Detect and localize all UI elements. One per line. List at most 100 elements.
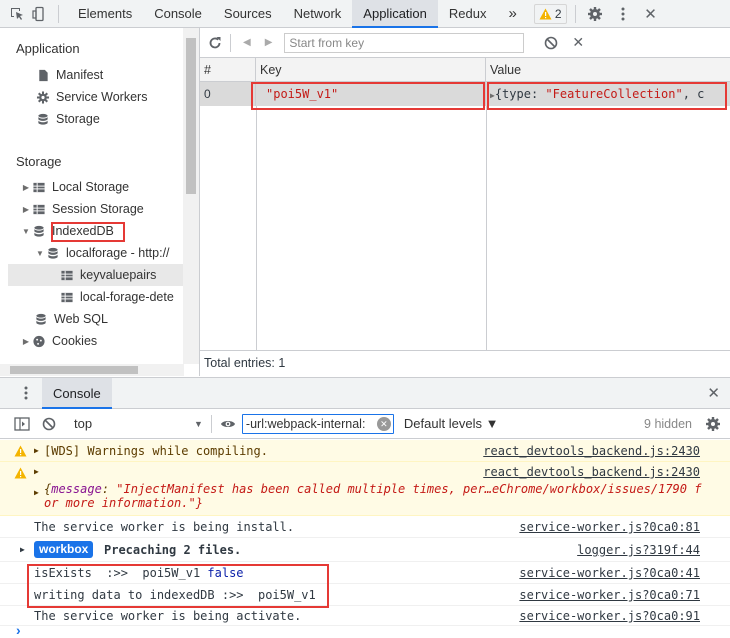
console-source-link[interactable]: react_devtools_backend.js:2430	[483, 440, 700, 462]
column-divider	[256, 106, 257, 351]
console-message-text: The service worker is being install.	[34, 520, 295, 534]
refresh-icon[interactable]	[208, 36, 222, 50]
tab-redux[interactable]: Redux	[438, 0, 498, 28]
log-levels-dropdown[interactable]: Default levels ▼	[404, 416, 499, 431]
console-prompt[interactable]: ›	[0, 622, 730, 638]
clear-filter-icon[interactable]: ✕	[376, 416, 391, 431]
clear-console-icon[interactable]	[42, 417, 56, 431]
gear-icon	[36, 90, 50, 104]
console-message-log: The service worker is being install. ser…	[0, 516, 730, 538]
cookie-icon	[33, 335, 45, 347]
settings-gear-icon[interactable]	[584, 3, 606, 25]
delete-selected-icon[interactable]: ✕	[572, 34, 584, 51]
collapse-triangle-icon[interactable]: ▼	[34, 249, 46, 258]
console-source-link[interactable]: service-worker.js?0ca0:71	[519, 584, 700, 606]
sidebar-item-service-workers[interactable]: Service Workers	[36, 86, 147, 108]
tab-sources[interactable]: Sources	[213, 0, 283, 28]
column-divider	[486, 106, 487, 351]
next-page-icon[interactable]: ▶	[265, 37, 273, 48]
grid-icon	[33, 182, 45, 192]
object-store-toolbar: ◀ ▶ Start from key ✕	[200, 28, 730, 58]
show-sidebar-icon[interactable]	[14, 416, 30, 431]
expand-triangle-icon[interactable]: ▶	[20, 538, 25, 562]
warning-icon	[14, 445, 27, 457]
database-icon	[38, 113, 48, 125]
highlight-box	[487, 82, 727, 110]
chevron-down-icon[interactable]: ▼	[194, 419, 203, 429]
console-settings-gear-icon[interactable]	[705, 416, 721, 432]
console-message-warning: ▶ [WDS] Warnings while compiling. react_…	[0, 440, 730, 462]
sidebar-item-web-sql[interactable]: Web SQL	[34, 308, 108, 330]
close-drawer-icon[interactable]: ✕	[707, 384, 720, 402]
tab-network[interactable]: Network	[283, 0, 353, 28]
column-header-value[interactable]: Value	[486, 58, 730, 82]
tab-console[interactable]: Console	[143, 0, 213, 28]
console-source-link[interactable]: logger.js?319f:44	[577, 538, 700, 562]
kebab-menu-icon[interactable]	[612, 3, 634, 25]
sidebar-item-local-forage-detect[interactable]: local-forage-dete	[60, 286, 174, 308]
context-selector[interactable]: top	[74, 416, 184, 431]
table-header: # Key Value	[200, 58, 730, 82]
console-source-link[interactable]: service-worker.js?0ca0:41	[519, 562, 700, 584]
inspect-element-icon[interactable]	[6, 3, 28, 25]
sidebar-heading-storage: Storage	[16, 154, 62, 169]
scrollbar-thumb[interactable]	[186, 38, 196, 194]
expand-triangle-icon[interactable]: ▶	[34, 467, 39, 476]
live-expression-eye-icon[interactable]	[220, 418, 236, 430]
start-from-key-input[interactable]: Start from key	[284, 32, 525, 53]
row-index: 0	[200, 82, 256, 106]
console-filter-input[interactable]: -url:webpack-internal: ✕	[241, 413, 394, 434]
device-toolbar-icon[interactable]	[28, 3, 50, 25]
column-header-index[interactable]: #	[200, 58, 256, 82]
expand-triangle-icon[interactable]: ▶	[20, 183, 32, 192]
drawer-tab-console[interactable]: Console	[42, 377, 112, 409]
warning-icon	[539, 8, 552, 19]
tab-application[interactable]: Application	[352, 0, 438, 28]
warnings-badge[interactable]: 2	[533, 3, 567, 24]
toolbar-divider	[210, 414, 212, 433]
previous-page-icon[interactable]: ◀	[243, 37, 251, 48]
sidebar-item-local-storage[interactable]: ▶ Local Storage	[20, 176, 129, 198]
collapse-triangle-icon[interactable]: ▼	[20, 227, 32, 236]
console-message-log: The service worker is being activate. se…	[0, 606, 730, 626]
sidebar-item-localforage-db[interactable]: ▼ localforage - http://	[34, 242, 170, 264]
console-source-link[interactable]: react_devtools_backend.js:2430	[483, 465, 700, 479]
devtools-toolbar: Elements Console Sources Network Applica…	[0, 0, 730, 28]
console-toolbar: top ▼ -url:webpack-internal: ✕ Default l…	[0, 409, 730, 439]
column-header-key[interactable]: Key	[256, 58, 486, 82]
close-devtools-button[interactable]: ✕	[640, 3, 662, 25]
clear-object-store-icon[interactable]	[544, 36, 558, 50]
sidebar-horizontal-scrollbar[interactable]	[0, 364, 184, 376]
total-entries: Total entries: 1	[200, 350, 730, 376]
sidebar-item-session-storage[interactable]: ▶ Session Storage	[20, 198, 144, 220]
workbox-badge: workbox	[34, 541, 94, 558]
toolbar-divider	[58, 4, 59, 23]
highlight-box	[251, 82, 485, 110]
sidebar-item-cookies[interactable]: ▶ Cookies	[20, 330, 97, 352]
console-source-link[interactable]: service-worker.js?0ca0:91	[519, 606, 700, 626]
console-source-link[interactable]: service-worker.js?0ca0:81	[519, 516, 700, 538]
console-message-warning: ▶ react_devtools_backend.js:2430 ▶ {mess…	[0, 462, 730, 516]
sidebar-item-keyvaluepairs[interactable]: keyvaluepairs	[8, 264, 184, 286]
tab-elements[interactable]: Elements	[67, 0, 143, 28]
console-message-text: The service worker is being activate.	[34, 609, 302, 623]
expand-triangle-icon[interactable]: ▶	[34, 488, 39, 497]
console-message-text: [WDS] Warnings while compiling.	[44, 444, 268, 458]
warnings-count: 2	[554, 6, 562, 21]
drawer-menu-icon[interactable]	[24, 386, 28, 400]
sidebar-item-storage[interactable]: Storage	[36, 108, 100, 130]
expand-triangle-icon[interactable]: ▶	[34, 440, 39, 462]
console-message-text: Precaching 2 files.	[104, 543, 242, 557]
console-object-preview[interactable]: {message: "InjectManifest has been calle…	[44, 482, 701, 510]
database-icon	[36, 313, 46, 325]
database-icon	[48, 247, 58, 259]
sidebar-item-manifest[interactable]: Manifest	[36, 64, 103, 86]
expand-triangle-icon[interactable]: ▶	[20, 337, 32, 346]
sidebar-vertical-scrollbar[interactable]	[183, 28, 199, 364]
scrollbar-thumb[interactable]	[10, 366, 138, 374]
more-tabs-button[interactable]: »	[497, 0, 527, 28]
highlight-box	[27, 564, 329, 608]
drawer-tabbar: Console ✕	[0, 377, 730, 409]
expand-triangle-icon[interactable]: ▶	[20, 205, 32, 214]
document-icon	[39, 69, 48, 81]
